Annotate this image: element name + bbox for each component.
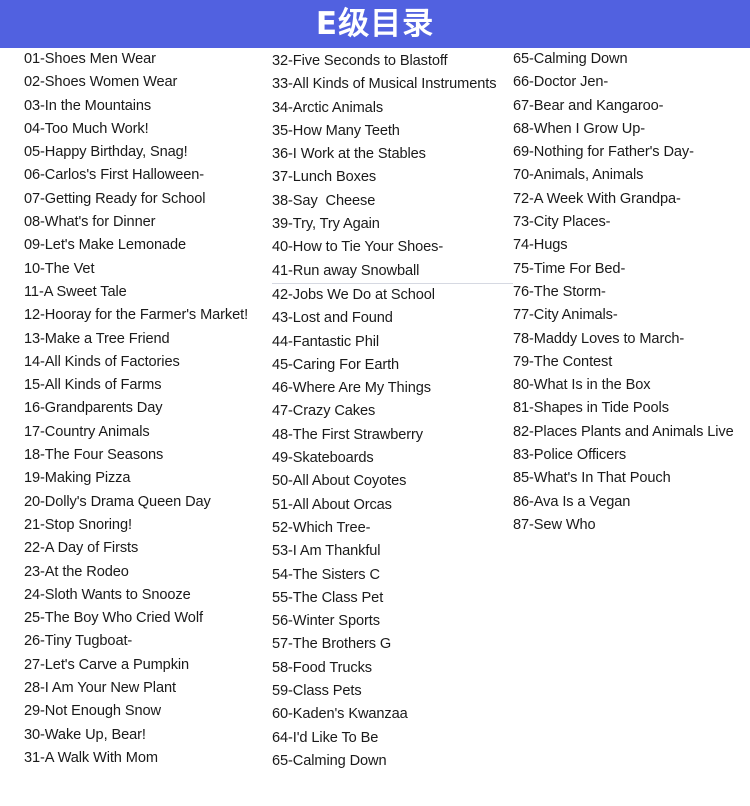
header-banner: E级目录	[0, 0, 750, 48]
catalog-entry[interactable]: 52-Which Tree-	[272, 517, 513, 540]
catalog-entry[interactable]: 03-In the Mountains	[24, 95, 272, 118]
catalog-entry[interactable]: 67-Bear and Kangaroo-	[513, 95, 743, 118]
catalog-entry[interactable]: 23-At the Rodeo	[24, 561, 272, 584]
catalog-entry[interactable]: 14-All Kinds of Factories	[24, 351, 272, 374]
catalog-entry[interactable]: 07-Getting Ready for School	[24, 188, 272, 211]
catalog-entry[interactable]: 73-City Places-	[513, 211, 743, 234]
catalog-entry[interactable]: 35-How Many Teeth	[272, 120, 513, 143]
catalog-entry[interactable]: 65-Calming Down	[513, 48, 743, 71]
catalog-entry[interactable]: 11-A Sweet Tale	[24, 281, 272, 304]
catalog-entry[interactable]: 66-Doctor Jen-	[513, 71, 743, 94]
catalog-entry[interactable]: 82-Places Plants and Animals Live	[513, 421, 743, 444]
catalog-entry[interactable]: 06-Carlos's First Halloween-	[24, 164, 272, 187]
catalog-entry[interactable]: 87-Sew Who	[513, 514, 743, 537]
catalog-entry[interactable]: 01-Shoes Men Wear	[24, 48, 272, 71]
catalog-entry[interactable]: 41-Run away Snowball	[272, 260, 513, 284]
catalog-entry[interactable]: 75-Time For Bed-	[513, 258, 743, 281]
catalog-entry[interactable]: 81-Shapes in Tide Pools	[513, 397, 743, 420]
catalog-entry[interactable]: 60-Kaden's Kwanzaa	[272, 703, 513, 726]
catalog-entry[interactable]: 39-Try, Try Again	[272, 213, 513, 236]
catalog-entry[interactable]: 46-Where Are My Things	[272, 377, 513, 400]
catalog-entry[interactable]: 77-City Animals-	[513, 304, 743, 327]
catalog-entry[interactable]: 76-The Storm-	[513, 281, 743, 304]
catalog-listing: 01-Shoes Men Wear 02-Shoes Women Wear 03-I…	[0, 48, 750, 806]
catalog-entry[interactable]: 02-Shoes Women Wear	[24, 71, 272, 94]
catalog-entry[interactable]: 29-Not Enough Snow	[24, 700, 272, 723]
catalog-entry[interactable]: 27-Let's Carve a Pumpkin	[24, 654, 272, 677]
catalog-entry[interactable]: 24-Sloth Wants to Snooze	[24, 584, 272, 607]
catalog-entry[interactable]: 30-Wake Up, Bear!	[24, 724, 272, 747]
catalog-entry[interactable]: 83-Police Officers	[513, 444, 743, 467]
catalog-entry[interactable]: 19-Making Pizza	[24, 467, 272, 490]
catalog-entry[interactable]: 49-Skateboards	[272, 447, 513, 470]
catalog-entry[interactable]: 55-The Class Pet	[272, 587, 513, 610]
catalog-entry[interactable]: 32-Five Seconds to Blastoff	[272, 50, 513, 73]
catalog-entry[interactable]: 13-Make a Tree Friend	[24, 328, 272, 351]
catalog-entry[interactable]: 04-Too Much Work!	[24, 118, 272, 141]
catalog-entry[interactable]: 43-Lost and Found	[272, 307, 513, 330]
catalog-entry[interactable]: 28-I Am Your New Plant	[24, 677, 272, 700]
catalog-entry[interactable]: 22-A Day of Firsts	[24, 537, 272, 560]
catalog-entry[interactable]: 65-Calming Down	[272, 750, 513, 773]
catalog-entry[interactable]: 85-What's In That Pouch	[513, 467, 743, 490]
catalog-entry[interactable]: 78-Maddy Loves to March-	[513, 328, 743, 351]
catalog-entry[interactable]: 09-Let's Make Lemonade	[24, 234, 272, 257]
catalog-entry[interactable]: 64-I'd Like To Be	[272, 727, 513, 750]
catalog-entry[interactable]: 48-The First Strawberry	[272, 424, 513, 447]
catalog-entry[interactable]: 56-Winter Sports	[272, 610, 513, 633]
catalog-entry[interactable]: 17-Country Animals	[24, 421, 272, 444]
catalog-entry[interactable]: 79-The Contest	[513, 351, 743, 374]
catalog-entry[interactable]: 69-Nothing for Father's Day-	[513, 141, 743, 164]
catalog-entry[interactable]: 86-Ava Is a Vegan	[513, 491, 743, 514]
catalog-entry[interactable]: 38-Say Cheese	[272, 190, 513, 213]
catalog-entry[interactable]: 70-Animals, Animals	[513, 164, 743, 187]
catalog-entry[interactable]: 59-Class Pets	[272, 680, 513, 703]
catalog-column-3: 65-Calming Down 66-Doctor Jen- 67-Bear and…	[513, 48, 743, 537]
catalog-entry[interactable]: 36-I Work at the Stables	[272, 143, 513, 166]
page-title: E级目录	[315, 5, 435, 42]
catalog-entry[interactable]: 74-Hugs	[513, 234, 743, 257]
catalog-entry[interactable]: 21-Stop Snoring!	[24, 514, 272, 537]
catalog-entry[interactable]: 72-A Week With Grandpa-	[513, 188, 743, 211]
catalog-entry[interactable]: 16-Grandparents Day	[24, 397, 272, 420]
catalog-column-2: 32-Five Seconds to Blastoff 33-All Kinds …	[272, 48, 513, 773]
catalog-entry[interactable]: 34-Arctic Animals	[272, 97, 513, 120]
catalog-entry[interactable]: 37-Lunch Boxes	[272, 166, 513, 189]
catalog-entry[interactable]: 25-The Boy Who Cried Wolf	[24, 607, 272, 630]
catalog-entry[interactable]: 80-What Is in the Box	[513, 374, 743, 397]
catalog-entry[interactable]: 45-Caring For Earth	[272, 354, 513, 377]
catalog-entry[interactable]: 26-Tiny Tugboat-	[24, 630, 272, 653]
catalog-entry[interactable]: 40-How to Tie Your Shoes-	[272, 236, 513, 259]
catalog-entry[interactable]: 05-Happy Birthday, Snag!	[24, 141, 272, 164]
catalog-entry[interactable]: 68-When I Grow Up-	[513, 118, 743, 141]
catalog-entry[interactable]: 44-Fantastic Phil	[272, 331, 513, 354]
catalog-entry[interactable]: 10-The Vet	[24, 258, 272, 281]
catalog-entry[interactable]: 47-Crazy Cakes	[272, 400, 513, 423]
catalog-entry[interactable]: 51-All About Orcas	[272, 494, 513, 517]
catalog-entry[interactable]: 12-Hooray for the Farmer's Market!	[24, 304, 272, 327]
catalog-entry[interactable]: 15-All Kinds of Farms	[24, 374, 272, 397]
catalog-entry[interactable]: 42-Jobs We Do at School	[272, 284, 513, 307]
catalog-entry[interactable]: 53-I Am Thankful	[272, 540, 513, 563]
catalog-entry[interactable]: 31-A Walk With Mom	[24, 747, 272, 770]
catalog-entry[interactable]: 18-The Four Seasons	[24, 444, 272, 467]
catalog-entry[interactable]: 58-Food Trucks	[272, 657, 513, 680]
catalog-column-1: 01-Shoes Men Wear 02-Shoes Women Wear 03-I…	[24, 48, 272, 770]
catalog-entry[interactable]: 08-What's for Dinner	[24, 211, 272, 234]
catalog-entry[interactable]: 20-Dolly's Drama Queen Day	[24, 491, 272, 514]
catalog-entry[interactable]: 50-All About Coyotes	[272, 470, 513, 493]
catalog-entry[interactable]: 33-All Kinds of Musical Instruments	[272, 73, 513, 96]
catalog-entry[interactable]: 54-The Sisters C	[272, 564, 513, 587]
catalog-entry[interactable]: 57-The Brothers G	[272, 633, 513, 656]
